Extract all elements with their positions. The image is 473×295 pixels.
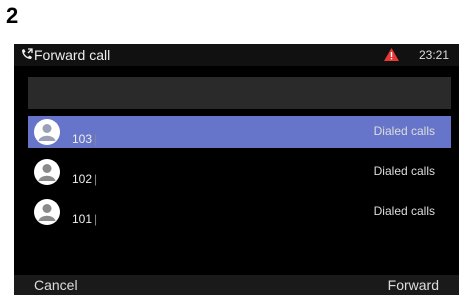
step-number: 2 [6,3,19,28]
list-item-call-101[interactable]: 101 | Dialed calls [28,196,451,228]
phone-forward-icon [22,48,33,59]
phone-screen: Forward call 23:21 103 | Dialed calls 102… [14,44,459,295]
clock: 23:21 [419,48,450,62]
call-number: 103 | [72,132,98,146]
call-type: Dialed calls [373,124,435,138]
screen-title: Forward call [34,47,111,63]
forward-button[interactable]: Forward [388,277,439,293]
warning-icon [384,48,399,61]
contact-avatar-icon [34,119,60,145]
softkey-bar: Cancel Forward [14,275,459,295]
title-bar: Forward call 23:21 [14,44,459,66]
list-item-call-103[interactable]: 103 | Dialed calls [28,116,451,148]
contact-avatar-icon [34,159,60,185]
cancel-button[interactable]: Cancel [34,277,78,293]
call-number: 101 | [72,212,98,226]
contact-avatar-icon [34,199,60,225]
list-item-call-102[interactable]: 102 | Dialed calls [28,156,451,188]
call-number: 102 | [72,172,98,186]
call-type: Dialed calls [373,204,435,218]
call-type: Dialed calls [373,164,435,178]
search-input[interactable] [28,77,451,109]
